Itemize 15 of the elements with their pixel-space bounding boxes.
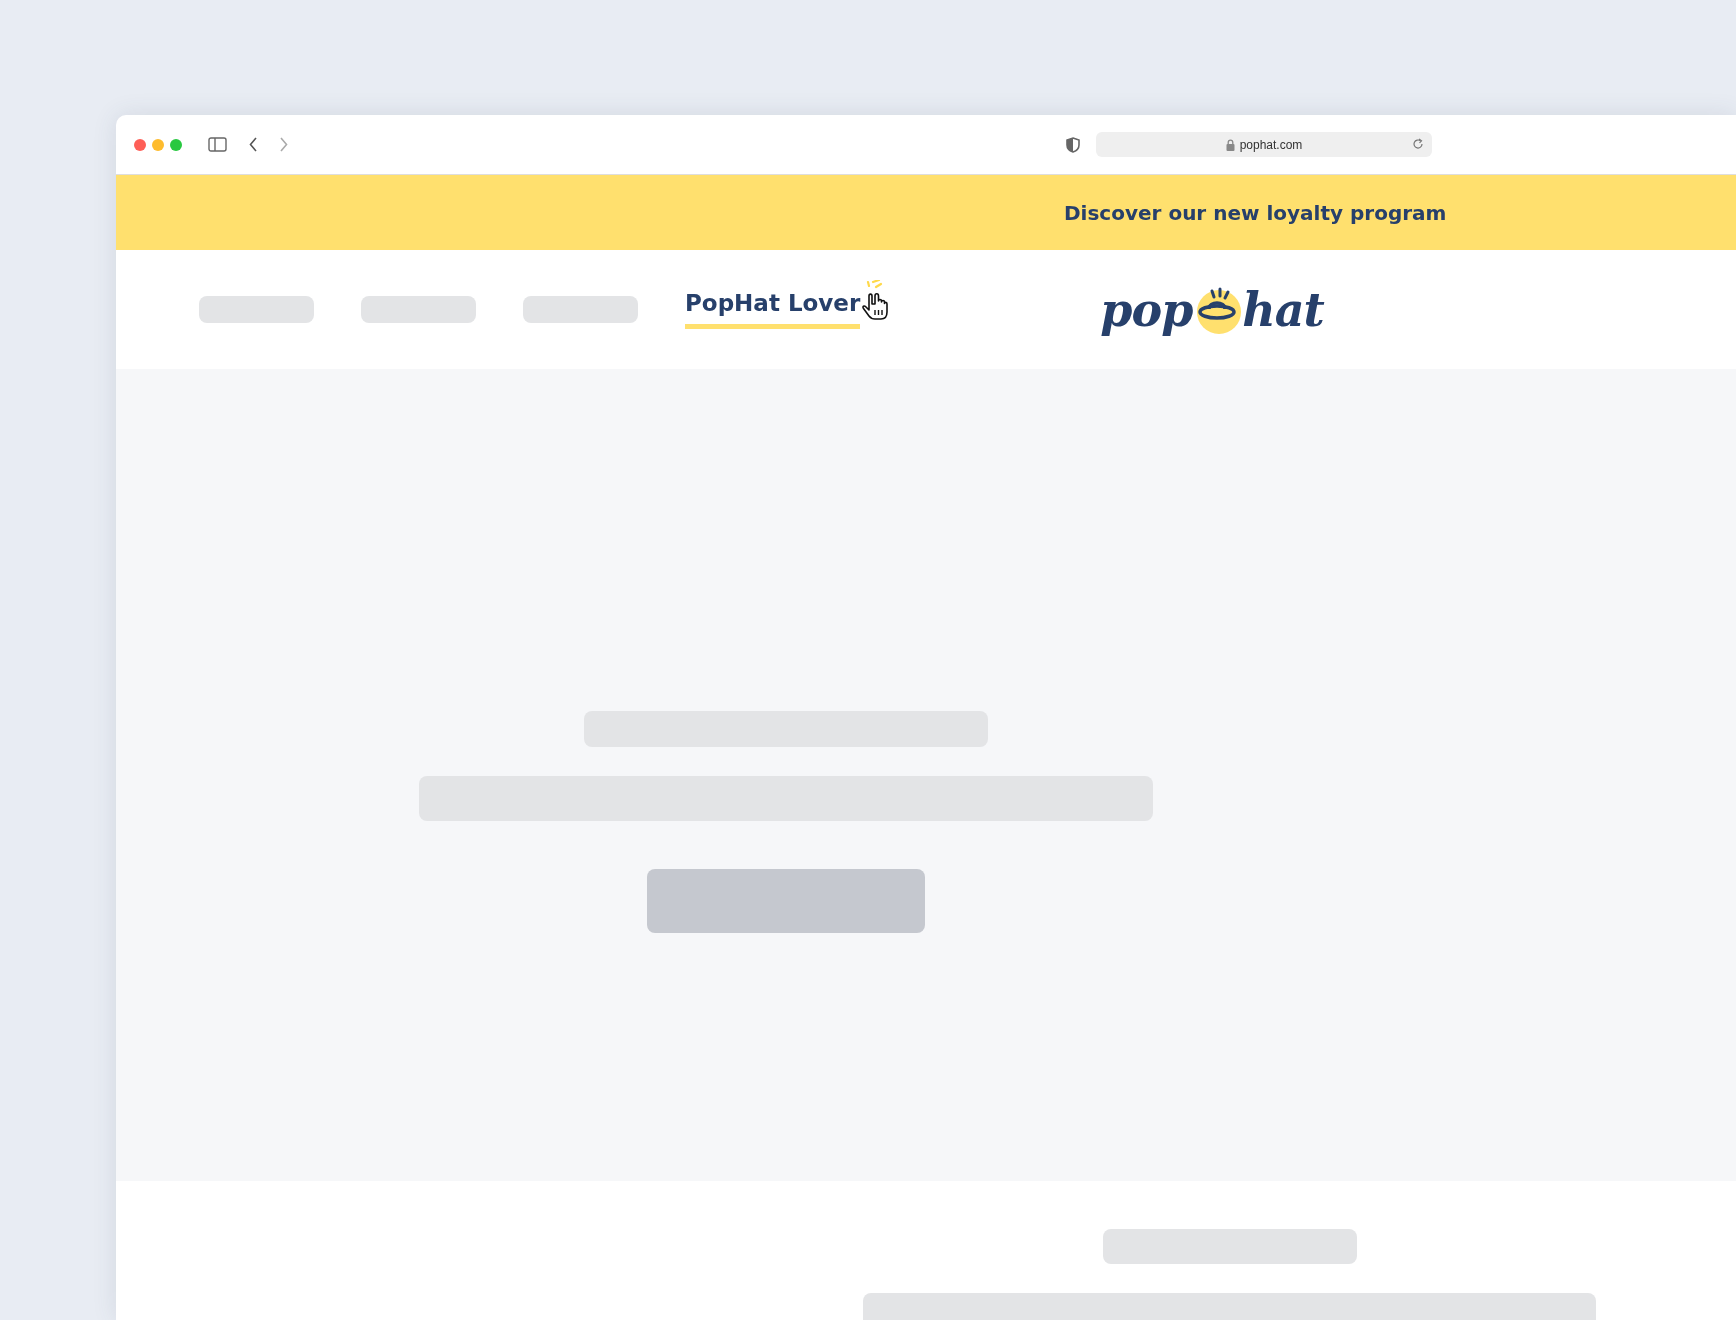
logo[interactable]: pop hat bbox=[1100, 282, 1324, 337]
address-bar[interactable]: pophat.com bbox=[1096, 132, 1432, 157]
reload-icon[interactable] bbox=[1412, 138, 1424, 150]
banner-text[interactable]: Discover our new loyalty program bbox=[1064, 200, 1447, 225]
lock-icon bbox=[1225, 138, 1235, 151]
maximize-dot-icon[interactable] bbox=[170, 138, 182, 151]
logo-text: hat bbox=[1242, 282, 1324, 337]
logo-text: pop bbox=[1100, 282, 1193, 337]
sidebar-icon[interactable] bbox=[208, 137, 227, 152]
shield-icon[interactable] bbox=[1066, 136, 1080, 153]
forward-icon[interactable] bbox=[279, 137, 288, 152]
minimize-dot-icon[interactable] bbox=[152, 138, 164, 151]
back-icon[interactable] bbox=[249, 137, 258, 152]
close-dot-icon[interactable] bbox=[134, 138, 146, 151]
nav-link[interactable]: PopHat Lover bbox=[685, 290, 861, 329]
